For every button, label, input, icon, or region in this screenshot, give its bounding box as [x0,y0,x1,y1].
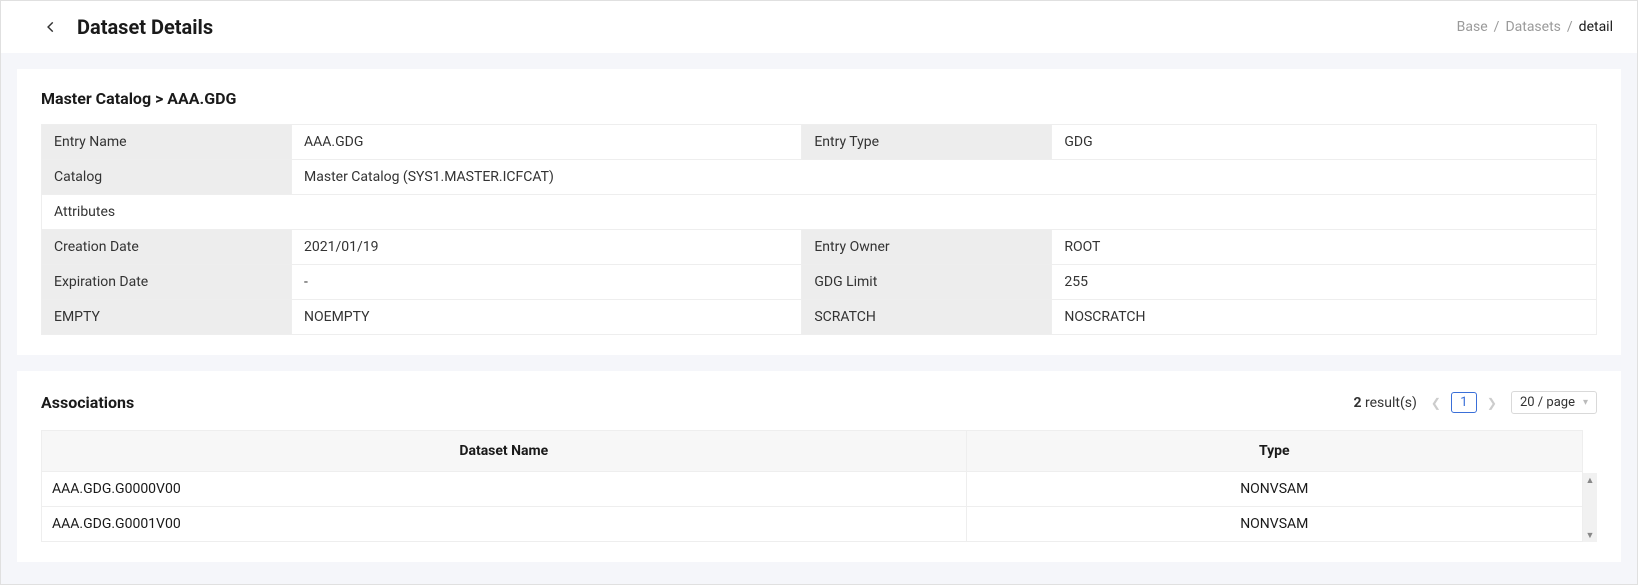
col-dataset-name: Dataset Name [42,431,967,472]
page-size-select[interactable]: 20 / page ▾ [1511,391,1597,414]
dataset-type-cell: NONVSAM [966,507,1582,542]
entry-owner-value: ROOT [1052,230,1597,265]
dataset-name-cell: AAA.GDG.G0001V00 [42,507,967,542]
catalog-label: Catalog [42,160,292,195]
dataset-name-cell: AAA.GDG.G0000V00 [42,472,967,507]
entry-name-value: AAA.GDG [292,125,802,160]
breadcrumb-datasets[interactable]: Datasets [1505,19,1560,35]
scroll-up-icon[interactable]: ▲ [1583,473,1597,487]
dataset-type-cell: NONVSAM [966,472,1582,507]
entry-type-label: Entry Type [802,125,1052,160]
entry-name-label: Entry Name [42,125,292,160]
header-left: Dataset Details [41,15,213,39]
empty-label: EMPTY [42,300,292,335]
attributes-section: Attributes [42,195,1597,230]
pagination: 2 result(s) ❮ 1 ❯ 20 / page ▾ [1353,391,1597,414]
associations-header: Associations 2 result(s) ❮ 1 ❯ 20 / page… [41,391,1597,414]
gdg-limit-label: GDG Limit [802,265,1052,300]
scratch-label: SCRATCH [802,300,1052,335]
details-card: Master Catalog > AAA.GDG Entry Name AAA.… [17,69,1621,355]
gdg-limit-value: 255 [1052,265,1597,300]
breadcrumb-sep: / [1494,19,1500,35]
expiration-date-label: Expiration Date [42,265,292,300]
expiration-date-value: - [292,265,802,300]
result-count: 2 result(s) [1353,395,1416,411]
breadcrumb-current: detail [1579,19,1613,35]
content-area: Master Catalog > AAA.GDG Entry Name AAA.… [1,53,1637,584]
scratch-value: NOSCRATCH [1052,300,1597,335]
associations-table: Dataset Name Type AAA.GDG.G0000V00 NONVS… [41,430,1583,542]
catalog-value: Master Catalog (SYS1.MASTER.ICFCAT) [292,160,1597,195]
page-title: Dataset Details [77,15,213,39]
associations-table-wrapper: Dataset Name Type AAA.GDG.G0000V00 NONVS… [41,430,1597,542]
table-row[interactable]: AAA.GDG.G0001V00 NONVSAM [42,507,1583,542]
catalog-path-title: Master Catalog > AAA.GDG [41,89,1597,108]
scrollbar[interactable]: ▲ ▼ [1583,473,1597,542]
associations-title: Associations [41,393,134,412]
back-icon[interactable] [41,17,61,37]
breadcrumb-sep: / [1567,19,1573,35]
page-nav: ❮ 1 ❯ [1427,392,1501,413]
table-row[interactable]: AAA.GDG.G0000V00 NONVSAM [42,472,1583,507]
prev-page-icon[interactable]: ❮ [1427,394,1445,412]
empty-value: NOEMPTY [292,300,802,335]
details-table: Entry Name AAA.GDG Entry Type GDG Catalo… [41,124,1597,335]
page-number[interactable]: 1 [1451,392,1477,413]
associations-card: Associations 2 result(s) ❮ 1 ❯ 20 / page… [17,371,1621,562]
creation-date-value: 2021/01/19 [292,230,802,265]
creation-date-label: Creation Date [42,230,292,265]
next-page-icon[interactable]: ❯ [1483,394,1501,412]
result-count-number: 2 [1353,395,1361,411]
page-container: Dataset Details Base / Datasets / detail… [0,0,1638,585]
page-size-label: 20 / page [1520,395,1575,410]
breadcrumb: Base / Datasets / detail [1457,19,1613,35]
scroll-down-icon[interactable]: ▼ [1583,528,1597,542]
page-header: Dataset Details Base / Datasets / detail [1,1,1637,53]
entry-owner-label: Entry Owner [802,230,1052,265]
entry-type-value: GDG [1052,125,1597,160]
chevron-down-icon: ▾ [1583,397,1588,408]
col-type: Type [966,431,1582,472]
breadcrumb-base[interactable]: Base [1457,19,1488,35]
result-suffix: result(s) [1362,395,1417,411]
